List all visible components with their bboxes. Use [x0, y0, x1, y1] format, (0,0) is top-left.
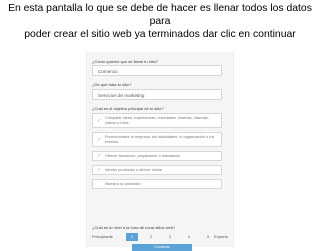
site-name-question: ¿Cómo quieres que se llame tu sitio?	[92, 59, 159, 64]
checkmark-icon: ✓	[96, 167, 102, 173]
site-topic-question: ¿De qué trata tu sitio?	[92, 82, 132, 87]
goal-option-label: Muestra su portafolio	[105, 182, 141, 186]
level-option-1[interactable]: 1	[126, 233, 138, 241]
checkmark-icon: ✓	[96, 153, 102, 159]
experience-level-question: ¿Cuál es tu nivel a la hora de crear sit…	[92, 225, 176, 230]
goal-option-sell[interactable]: ✓ Vender productos u ofrecer online	[92, 165, 222, 175]
site-goal-question: ¿Cuál es el objetivo principal de tu sit…	[92, 106, 164, 111]
continue-button[interactable]: Continuar	[132, 244, 192, 251]
goal-option-portfolio[interactable]: Muestra su portafolio	[92, 179, 222, 189]
checkbox-empty-icon	[96, 181, 102, 187]
level-option-5[interactable]: 5	[202, 233, 214, 241]
site-topic-input[interactable]: Servicios de marketing	[92, 89, 222, 100]
goal-option-share[interactable]: ✓ Compartir ideas, experiencias, novedad…	[92, 113, 222, 128]
scale-end-label: Experto	[214, 234, 228, 239]
caption-line-2: poder crear el sitio web ya terminados d…	[24, 29, 296, 40]
goal-option-training[interactable]: ✓ Ofrecer formación, preparación u orien…	[92, 151, 222, 161]
experience-level-scale: Principiante 1 2 3 4 5 Experto	[92, 233, 228, 241]
goal-option-label: Compartir ideas, experiencias, novedades…	[105, 116, 209, 125]
instruction-caption: En esta pantalla lo que se debe de hacer…	[0, 2, 320, 41]
site-setup-form: ¿Cómo quieres que se llame tu sitio? Com…	[86, 52, 234, 251]
checkmark-icon: ✓	[96, 136, 102, 143]
site-name-input[interactable]: Comercio	[92, 65, 222, 76]
level-option-4[interactable]: 4	[183, 233, 195, 241]
level-option-2[interactable]: 2	[145, 233, 157, 241]
level-option-3[interactable]: 3	[164, 233, 176, 241]
goal-option-label: Vender productos u ofrecer online	[105, 168, 162, 172]
goal-option-label: Promocionarte tu empresa, tus habilidade…	[105, 135, 215, 144]
goal-option-label: Ofrecer formación, preparación u orienta…	[105, 154, 181, 158]
checkmark-icon: ✓	[96, 117, 102, 124]
goal-option-promote[interactable]: ✓ Promocionarte tu empresa, tus habilida…	[92, 132, 222, 147]
caption-line-1: En esta pantalla lo que se debe de hacer…	[8, 3, 312, 27]
scale-start-label: Principiante	[92, 234, 113, 239]
